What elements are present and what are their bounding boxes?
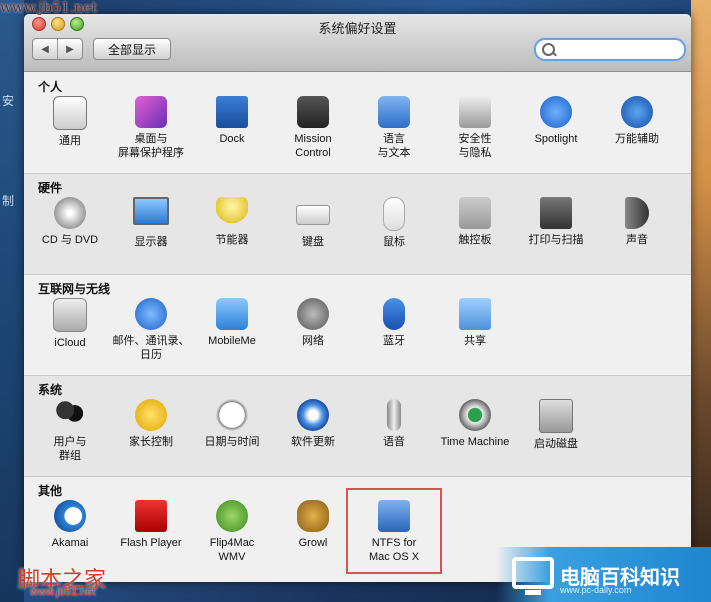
- system-preferences-window: 系统偏好设置 ◀ ▶ 全部显示 个人 通用 桌面与 屏幕保护程序 Dock Mi…: [24, 14, 691, 582]
- at-sign-icon: [135, 298, 167, 330]
- flag-icon: [378, 96, 410, 128]
- pane-general[interactable]: 通用: [29, 96, 111, 148]
- users-icon: [54, 399, 86, 431]
- titlebar: 系统偏好设置 ◀ ▶ 全部显示: [24, 14, 691, 72]
- desktop-text: 安: [2, 94, 15, 108]
- dock-icon: [216, 96, 248, 128]
- pane-sharing[interactable]: 共享: [434, 298, 516, 348]
- pane-displays[interactable]: 显示器: [110, 197, 192, 249]
- pane-bluetooth[interactable]: 蓝牙: [353, 298, 435, 348]
- spotlight-icon: [540, 96, 572, 128]
- pane-speech[interactable]: 语音: [353, 399, 435, 449]
- pane-universal-access[interactable]: 万能辅助: [596, 96, 678, 146]
- pane-language[interactable]: 语言 与文本: [353, 96, 435, 160]
- pane-time-machine[interactable]: Time Machine: [434, 399, 516, 449]
- pane-network[interactable]: 网络: [272, 298, 354, 348]
- section-title: 系统: [38, 383, 63, 397]
- pane-date-time[interactable]: 日期与时间: [191, 399, 273, 449]
- section-title: 互联网与无线: [38, 282, 111, 296]
- nav-buttons: ◀ ▶: [32, 38, 83, 60]
- folder-icon: [459, 298, 491, 330]
- pane-mobileme[interactable]: MobileMe: [191, 298, 273, 348]
- globe-icon: [297, 298, 329, 330]
- pane-software-update[interactable]: 软件更新: [272, 399, 354, 449]
- pane-flash-player[interactable]: Flash Player: [110, 500, 192, 550]
- search-field[interactable]: [534, 38, 686, 61]
- accessibility-icon: [621, 96, 653, 128]
- monitor-icon: [512, 557, 554, 595]
- pane-security[interactable]: 安全性 与隐私: [434, 96, 516, 160]
- akamai-icon: [54, 500, 86, 532]
- highlight-box: [346, 488, 442, 574]
- pane-keyboard[interactable]: 键盘: [272, 197, 354, 249]
- pane-mission-control[interactable]: Mission Control: [272, 96, 354, 160]
- divider: [24, 476, 691, 477]
- lightbulb-icon: [216, 197, 248, 229]
- pane-dock[interactable]: Dock: [191, 96, 273, 146]
- desktop-right-strip: [691, 0, 711, 602]
- search-icon: [542, 43, 555, 56]
- watermark-top: www.jb51.net: [0, 0, 98, 16]
- pane-flip4mac[interactable]: Flip4Mac WMV: [191, 500, 273, 564]
- pane-startup-disk[interactable]: 启动磁盘: [515, 399, 597, 451]
- keyboard-icon: [296, 205, 330, 225]
- section-internet: 互联网与无线 iCloud 邮件、通讯录、 日历 MobileMe 网络 蓝牙 …: [24, 274, 691, 375]
- pane-mail-contacts[interactable]: 邮件、通讯录、 日历: [110, 298, 192, 362]
- desktop-icon: [135, 96, 167, 128]
- watermark-bottom-right: 电脑百科知识 www.pc-daily.com: [496, 547, 711, 602]
- desktop-left-strip: 安 制: [0, 0, 24, 602]
- pane-users-groups[interactable]: 用户与 群组: [29, 399, 111, 463]
- divider: [24, 274, 691, 275]
- divider: [24, 173, 691, 174]
- pane-desktop[interactable]: 桌面与 屏幕保护程序: [110, 96, 192, 160]
- general-icon: [53, 96, 87, 130]
- section-hardware: 硬件 CD 与 DVD 显示器 节能器 键盘 鼠标 触控板 打印与扫描 声音: [24, 173, 691, 274]
- parental-controls-icon: [135, 399, 167, 431]
- speaker-icon: [625, 197, 649, 229]
- pane-growl[interactable]: Growl: [272, 500, 354, 550]
- mouse-icon: [383, 197, 405, 231]
- growl-icon: [297, 500, 329, 532]
- desktop-text: 制: [2, 194, 15, 208]
- search-input[interactable]: [556, 41, 680, 58]
- forward-button[interactable]: ▶: [58, 39, 82, 59]
- pane-parental-controls[interactable]: 家长控制: [110, 399, 192, 449]
- house-icon: [459, 96, 491, 128]
- trackpad-icon: [459, 197, 491, 229]
- watermark-url: www.pc-daily.com: [560, 585, 632, 595]
- divider: [24, 375, 691, 376]
- pane-energy-saver[interactable]: 节能器: [191, 197, 273, 247]
- pane-akamai[interactable]: Akamai: [29, 500, 111, 550]
- back-button[interactable]: ◀: [33, 39, 58, 59]
- display-icon: [133, 197, 169, 225]
- pane-spotlight[interactable]: Spotlight: [515, 96, 597, 146]
- pane-mouse[interactable]: 鼠标: [353, 197, 435, 249]
- clock-icon: [216, 399, 248, 431]
- hard-disk-icon: [539, 399, 573, 433]
- mission-control-icon: [297, 96, 329, 128]
- pane-cd-dvd[interactable]: CD 与 DVD: [29, 197, 111, 247]
- show-all-button[interactable]: 全部显示: [93, 38, 171, 60]
- watermark-bottom-left: 脚本之家 www.jb51.net: [18, 568, 107, 598]
- disc-icon: [54, 197, 86, 229]
- section-title: 硬件: [38, 181, 63, 195]
- section-personal: 个人 通用 桌面与 屏幕保护程序 Dock Mission Control 语言…: [24, 72, 691, 173]
- update-icon: [297, 399, 329, 431]
- time-machine-icon: [459, 399, 491, 431]
- mobileme-icon: [216, 298, 248, 330]
- bluetooth-icon: [383, 298, 405, 330]
- cloud-icon: [53, 298, 87, 332]
- flash-icon: [135, 500, 167, 532]
- pane-trackpad[interactable]: 触控板: [434, 197, 516, 247]
- pane-icloud[interactable]: iCloud: [29, 298, 111, 350]
- printer-icon: [540, 197, 572, 229]
- pane-print-scan[interactable]: 打印与扫描: [515, 197, 597, 247]
- section-system: 系统 用户与 群组 家长控制 日期与时间 软件更新 语音 Time Machin…: [24, 375, 691, 476]
- section-title: 个人: [38, 80, 63, 94]
- pane-sound[interactable]: 声音: [596, 197, 678, 247]
- section-title: 其他: [38, 484, 63, 498]
- wmv-icon: [216, 500, 248, 532]
- microphone-icon: [387, 399, 401, 431]
